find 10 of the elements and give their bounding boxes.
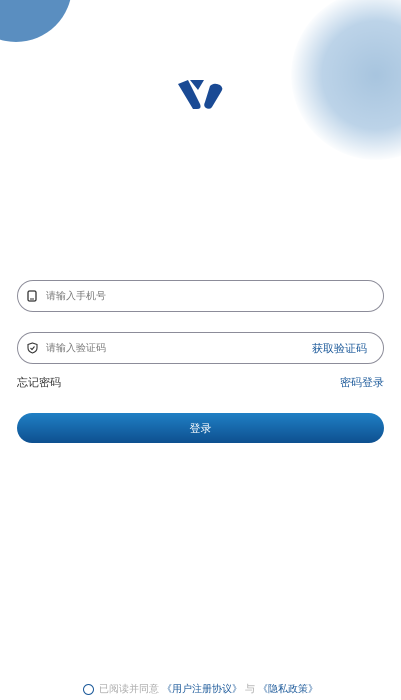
- get-code-link[interactable]: 获取验证码: [312, 341, 367, 356]
- conjunction-text: 与: [245, 682, 255, 696]
- agree-radio[interactable]: [83, 684, 94, 694]
- phone-field[interactable]: 请输入手机号: [17, 280, 384, 312]
- terms-link[interactable]: 《用户注册协议》: [162, 682, 242, 696]
- privacy-link[interactable]: 《隐私政策》: [258, 682, 318, 696]
- agreement-text: 已阅读并同意: [99, 682, 159, 696]
- forgot-password-link[interactable]: 忘记密码: [17, 375, 61, 390]
- password-login-link[interactable]: 密码登录: [340, 375, 384, 390]
- login-button[interactable]: 登录: [17, 413, 384, 443]
